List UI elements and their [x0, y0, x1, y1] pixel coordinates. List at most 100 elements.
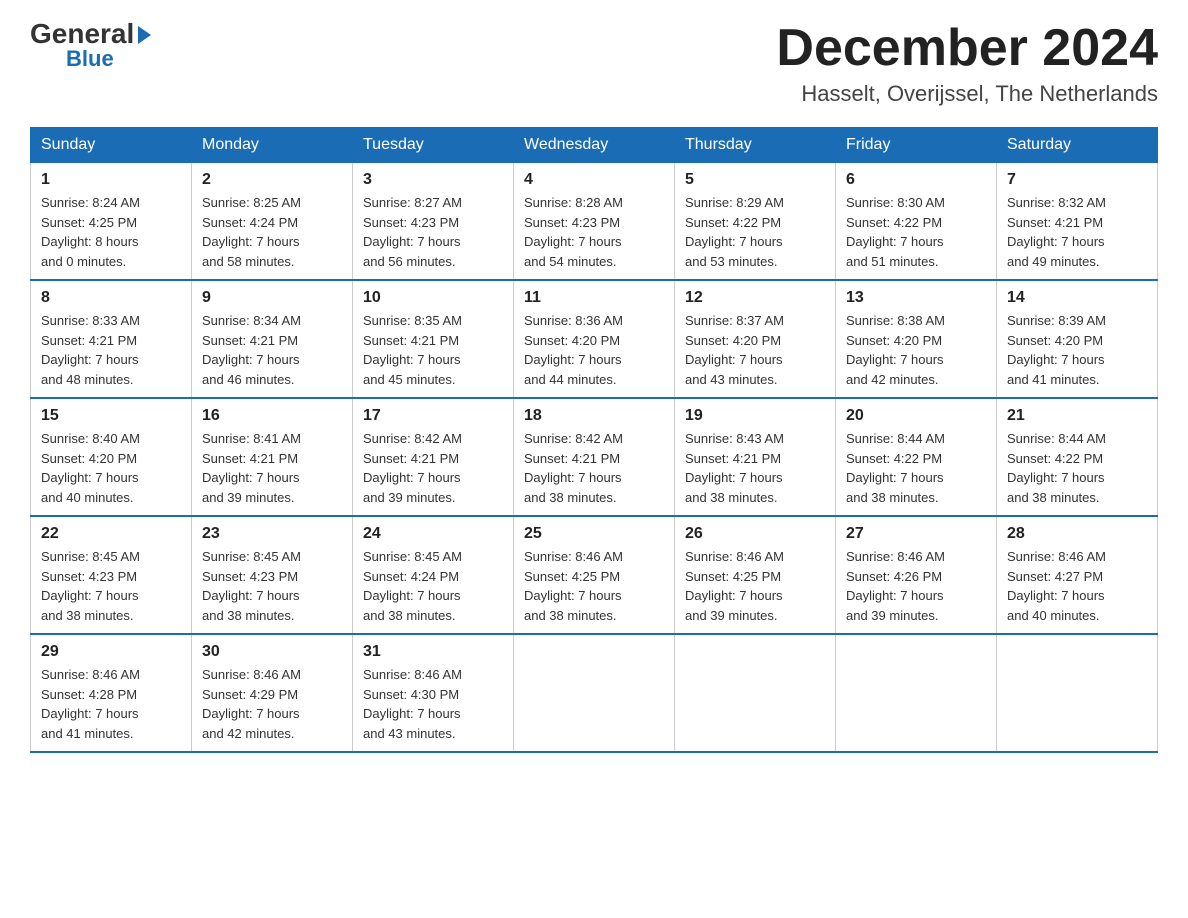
day-number: 17: [363, 407, 503, 425]
day-number: 7: [1007, 171, 1147, 189]
day-cell: 23 Sunrise: 8:45 AMSunset: 4:23 PMDaylig…: [192, 516, 353, 634]
day-cell: 4 Sunrise: 8:28 AMSunset: 4:23 PMDayligh…: [514, 163, 675, 281]
day-info: Sunrise: 8:38 AMSunset: 4:20 PMDaylight:…: [846, 311, 986, 389]
title-block: December 2024 Hasselt, Overijssel, The N…: [776, 20, 1158, 107]
day-number: 6: [846, 171, 986, 189]
day-cell: 9 Sunrise: 8:34 AMSunset: 4:21 PMDayligh…: [192, 280, 353, 398]
day-info: Sunrise: 8:45 AMSunset: 4:23 PMDaylight:…: [202, 547, 342, 625]
logo: General Blue: [30, 20, 151, 70]
week-row-3: 15 Sunrise: 8:40 AMSunset: 4:20 PMDaylig…: [31, 398, 1158, 516]
day-info: Sunrise: 8:44 AMSunset: 4:22 PMDaylight:…: [846, 429, 986, 507]
day-number: 24: [363, 525, 503, 543]
day-cell: 18 Sunrise: 8:42 AMSunset: 4:21 PMDaylig…: [514, 398, 675, 516]
day-cell: 19 Sunrise: 8:43 AMSunset: 4:21 PMDaylig…: [675, 398, 836, 516]
day-number: 1: [41, 171, 181, 189]
header-saturday: Saturday: [997, 128, 1158, 163]
day-info: Sunrise: 8:43 AMSunset: 4:21 PMDaylight:…: [685, 429, 825, 507]
day-cell: [675, 634, 836, 752]
day-number: 27: [846, 525, 986, 543]
day-number: 31: [363, 643, 503, 661]
day-cell: 31 Sunrise: 8:46 AMSunset: 4:30 PMDaylig…: [353, 634, 514, 752]
day-cell: 30 Sunrise: 8:46 AMSunset: 4:29 PMDaylig…: [192, 634, 353, 752]
header-monday: Monday: [192, 128, 353, 163]
day-number: 2: [202, 171, 342, 189]
day-info: Sunrise: 8:46 AMSunset: 4:27 PMDaylight:…: [1007, 547, 1147, 625]
day-number: 4: [524, 171, 664, 189]
location-subtitle: Hasselt, Overijssel, The Netherlands: [776, 81, 1158, 107]
day-number: 5: [685, 171, 825, 189]
day-cell: [997, 634, 1158, 752]
day-number: 11: [524, 289, 664, 307]
day-number: 18: [524, 407, 664, 425]
day-cell: 17 Sunrise: 8:42 AMSunset: 4:21 PMDaylig…: [353, 398, 514, 516]
header-tuesday: Tuesday: [353, 128, 514, 163]
day-info: Sunrise: 8:35 AMSunset: 4:21 PMDaylight:…: [363, 311, 503, 389]
day-number: 16: [202, 407, 342, 425]
day-info: Sunrise: 8:30 AMSunset: 4:22 PMDaylight:…: [846, 193, 986, 271]
day-cell: 13 Sunrise: 8:38 AMSunset: 4:20 PMDaylig…: [836, 280, 997, 398]
day-number: 19: [685, 407, 825, 425]
day-cell: 20 Sunrise: 8:44 AMSunset: 4:22 PMDaylig…: [836, 398, 997, 516]
day-number: 13: [846, 289, 986, 307]
day-info: Sunrise: 8:46 AMSunset: 4:25 PMDaylight:…: [685, 547, 825, 625]
day-cell: 16 Sunrise: 8:41 AMSunset: 4:21 PMDaylig…: [192, 398, 353, 516]
day-cell: 15 Sunrise: 8:40 AMSunset: 4:20 PMDaylig…: [31, 398, 192, 516]
day-number: 21: [1007, 407, 1147, 425]
day-info: Sunrise: 8:45 AMSunset: 4:24 PMDaylight:…: [363, 547, 503, 625]
day-cell: 25 Sunrise: 8:46 AMSunset: 4:25 PMDaylig…: [514, 516, 675, 634]
day-cell: 29 Sunrise: 8:46 AMSunset: 4:28 PMDaylig…: [31, 634, 192, 752]
day-info: Sunrise: 8:46 AMSunset: 4:29 PMDaylight:…: [202, 665, 342, 743]
day-number: 12: [685, 289, 825, 307]
day-info: Sunrise: 8:45 AMSunset: 4:23 PMDaylight:…: [41, 547, 181, 625]
day-info: Sunrise: 8:42 AMSunset: 4:21 PMDaylight:…: [524, 429, 664, 507]
calendar-table: SundayMondayTuesdayWednesdayThursdayFrid…: [30, 127, 1158, 753]
day-info: Sunrise: 8:37 AMSunset: 4:20 PMDaylight:…: [685, 311, 825, 389]
day-info: Sunrise: 8:46 AMSunset: 4:30 PMDaylight:…: [363, 665, 503, 743]
day-info: Sunrise: 8:34 AMSunset: 4:21 PMDaylight:…: [202, 311, 342, 389]
day-cell: 5 Sunrise: 8:29 AMSunset: 4:22 PMDayligh…: [675, 163, 836, 281]
day-cell: 27 Sunrise: 8:46 AMSunset: 4:26 PMDaylig…: [836, 516, 997, 634]
week-row-4: 22 Sunrise: 8:45 AMSunset: 4:23 PMDaylig…: [31, 516, 1158, 634]
day-info: Sunrise: 8:44 AMSunset: 4:22 PMDaylight:…: [1007, 429, 1147, 507]
day-info: Sunrise: 8:25 AMSunset: 4:24 PMDaylight:…: [202, 193, 342, 271]
day-number: 20: [846, 407, 986, 425]
day-cell: 26 Sunrise: 8:46 AMSunset: 4:25 PMDaylig…: [675, 516, 836, 634]
week-row-2: 8 Sunrise: 8:33 AMSunset: 4:21 PMDayligh…: [31, 280, 1158, 398]
day-info: Sunrise: 8:28 AMSunset: 4:23 PMDaylight:…: [524, 193, 664, 271]
day-info: Sunrise: 8:46 AMSunset: 4:25 PMDaylight:…: [524, 547, 664, 625]
day-number: 9: [202, 289, 342, 307]
week-row-5: 29 Sunrise: 8:46 AMSunset: 4:28 PMDaylig…: [31, 634, 1158, 752]
day-cell: 12 Sunrise: 8:37 AMSunset: 4:20 PMDaylig…: [675, 280, 836, 398]
day-number: 15: [41, 407, 181, 425]
day-cell: 7 Sunrise: 8:32 AMSunset: 4:21 PMDayligh…: [997, 163, 1158, 281]
day-number: 29: [41, 643, 181, 661]
day-info: Sunrise: 8:33 AMSunset: 4:21 PMDaylight:…: [41, 311, 181, 389]
day-number: 26: [685, 525, 825, 543]
day-info: Sunrise: 8:39 AMSunset: 4:20 PMDaylight:…: [1007, 311, 1147, 389]
day-info: Sunrise: 8:46 AMSunset: 4:26 PMDaylight:…: [846, 547, 986, 625]
day-cell: 21 Sunrise: 8:44 AMSunset: 4:22 PMDaylig…: [997, 398, 1158, 516]
day-cell: [514, 634, 675, 752]
day-number: 30: [202, 643, 342, 661]
logo-general-text: General: [30, 20, 134, 48]
day-cell: 22 Sunrise: 8:45 AMSunset: 4:23 PMDaylig…: [31, 516, 192, 634]
day-info: Sunrise: 8:42 AMSunset: 4:21 PMDaylight:…: [363, 429, 503, 507]
day-number: 28: [1007, 525, 1147, 543]
day-cell: 14 Sunrise: 8:39 AMSunset: 4:20 PMDaylig…: [997, 280, 1158, 398]
day-cell: 8 Sunrise: 8:33 AMSunset: 4:21 PMDayligh…: [31, 280, 192, 398]
day-cell: [836, 634, 997, 752]
day-info: Sunrise: 8:36 AMSunset: 4:20 PMDaylight:…: [524, 311, 664, 389]
header-friday: Friday: [836, 128, 997, 163]
day-info: Sunrise: 8:40 AMSunset: 4:20 PMDaylight:…: [41, 429, 181, 507]
day-cell: 24 Sunrise: 8:45 AMSunset: 4:24 PMDaylig…: [353, 516, 514, 634]
day-info: Sunrise: 8:24 AMSunset: 4:25 PMDaylight:…: [41, 193, 181, 271]
header-sunday: Sunday: [31, 128, 192, 163]
day-number: 25: [524, 525, 664, 543]
day-cell: 28 Sunrise: 8:46 AMSunset: 4:27 PMDaylig…: [997, 516, 1158, 634]
day-info: Sunrise: 8:27 AMSunset: 4:23 PMDaylight:…: [363, 193, 503, 271]
day-info: Sunrise: 8:32 AMSunset: 4:21 PMDaylight:…: [1007, 193, 1147, 271]
page-header: General Blue December 2024 Hasselt, Over…: [30, 20, 1158, 107]
day-number: 14: [1007, 289, 1147, 307]
day-cell: 2 Sunrise: 8:25 AMSunset: 4:24 PMDayligh…: [192, 163, 353, 281]
month-title: December 2024: [776, 20, 1158, 77]
